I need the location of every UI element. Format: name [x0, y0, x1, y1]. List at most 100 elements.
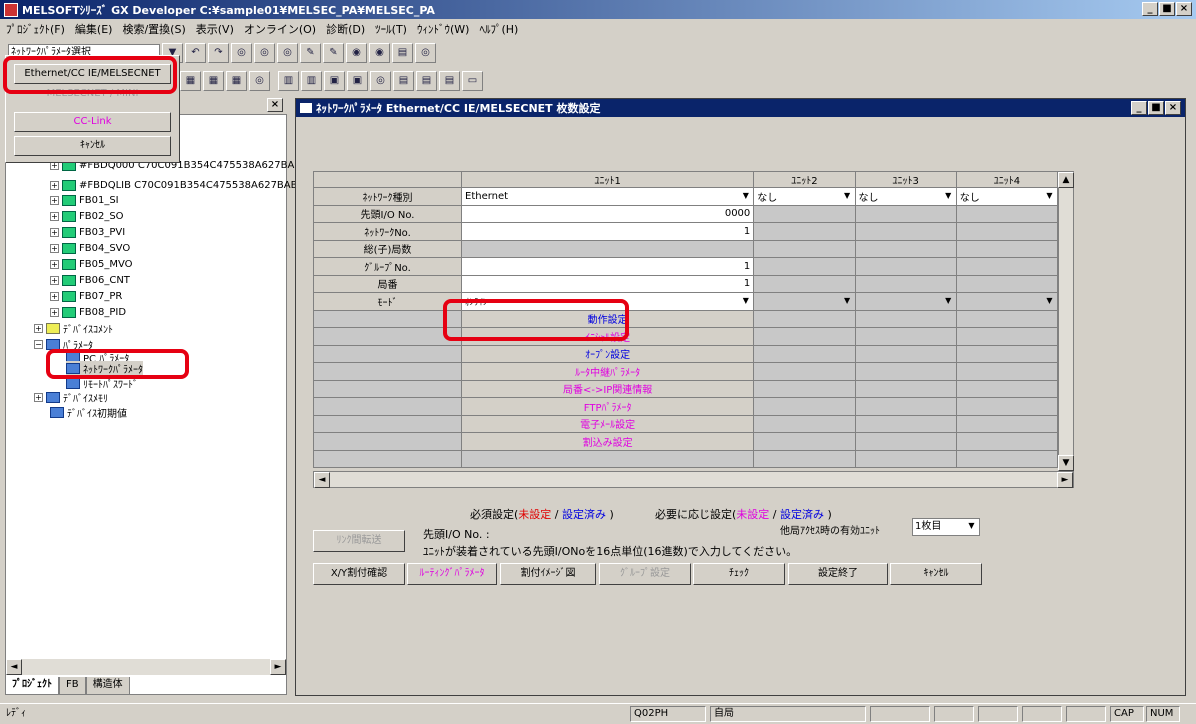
- tree-item-fb02[interactable]: + FB02_SO: [50, 211, 124, 222]
- dropdown-arrow-icon[interactable]: ▼: [841, 294, 854, 308]
- check-button[interactable]: ﾁｪｯｸ: [693, 563, 785, 585]
- menu-tools[interactable]: ﾂｰﾙ(T): [375, 21, 407, 37]
- unit3-mode-select[interactable]: ▼: [854, 292, 957, 311]
- expand-icon[interactable]: +: [50, 244, 59, 253]
- menu-diagnostics[interactable]: 診断(D): [326, 21, 365, 37]
- tree-item-fb03[interactable]: + FB03_PVI: [50, 227, 125, 238]
- grid-vertical-scrollbar[interactable]: ▲ ▼: [1058, 171, 1074, 471]
- child-close-button[interactable]: ×: [1165, 101, 1181, 115]
- tree-item-device-init[interactable]: ﾃﾞﾊﾞｲｽ初期値: [50, 405, 127, 420]
- expand-icon[interactable]: +: [50, 292, 59, 301]
- dropdown-arrow-icon[interactable]: ▼: [739, 189, 752, 203]
- router-relay-param-button[interactable]: ﾙｰﾀ中継ﾊﾟﾗﾒｰﾀ: [460, 362, 755, 381]
- dropdown-arrow-icon[interactable]: ▼: [739, 294, 752, 308]
- dropdown-arrow-icon[interactable]: ▼: [1043, 189, 1056, 203]
- unit1-mode-select[interactable]: ｵﾝﾗｲﾝ ▼: [460, 292, 755, 311]
- popup-cancel-button[interactable]: ｷｬﾝｾﾙ: [14, 136, 171, 156]
- print-icon[interactable]: ▤: [392, 43, 413, 63]
- tree-item-network-parameter[interactable]: ﾈｯﾄﾜｰｸﾊﾟﾗﾒｰﾀ: [66, 361, 143, 376]
- tree-item-fb06[interactable]: + FB06_CNT: [50, 275, 130, 286]
- unit1-group-no-input[interactable]: 1: [460, 257, 755, 276]
- menu-window[interactable]: ｳｨﾝﾄﾞｳ(W): [417, 21, 469, 37]
- monitor-icon[interactable]: ◉: [346, 43, 367, 63]
- expand-icon[interactable]: +: [50, 308, 59, 317]
- menu-edit[interactable]: 編集(E): [75, 21, 113, 37]
- operation-setting-button[interactable]: 動作設定: [460, 309, 755, 328]
- tree-item-fb01[interactable]: + FB01_SI: [50, 195, 119, 206]
- expand-icon[interactable]: +: [34, 393, 43, 402]
- expand-icon[interactable]: +: [50, 212, 59, 221]
- group-setting-button[interactable]: ｸﾞﾙｰﾌﾟ設定: [599, 563, 691, 585]
- assign-image-button[interactable]: 割付ｲﾒｰｼﾞ図: [500, 563, 596, 585]
- zoom-icon[interactable]: ◎: [415, 43, 436, 63]
- tree-item-remote-password[interactable]: ﾘﾓｰﾄﾊﾟｽﾜｰﾄﾞ: [66, 376, 138, 391]
- setting-end-button[interactable]: 設定終了: [788, 563, 888, 585]
- ladder-d-icon[interactable]: ◎: [249, 71, 270, 91]
- tab-structure[interactable]: 構造体: [85, 677, 130, 695]
- unit2-network-type-select[interactable]: なし ▼: [753, 187, 856, 206]
- email-setting-button[interactable]: 電子ﾒｰﾙ設定: [460, 414, 755, 433]
- scroll-left-icon[interactable]: ◄: [6, 659, 22, 675]
- tree-item-device-memory[interactable]: + ﾃﾞﾊﾞｲｽﾒﾓﾘ: [34, 390, 108, 405]
- menu-project[interactable]: ﾌﾟﾛｼﾞｪｸﾄ(F): [6, 21, 65, 37]
- unit4-mode-select[interactable]: ▼: [955, 292, 1059, 311]
- scroll-left-icon[interactable]: ◄: [314, 472, 330, 488]
- interrupt-setting-button[interactable]: 割込み設定: [460, 432, 755, 451]
- scroll-down-icon[interactable]: ▼: [1058, 455, 1074, 471]
- child-minimize-button[interactable]: _: [1131, 101, 1147, 115]
- dropdown-arrow-icon[interactable]: ▼: [841, 189, 854, 203]
- search-icon[interactable]: ◎: [231, 43, 252, 63]
- expand-icon[interactable]: +: [50, 228, 59, 237]
- unit1-station-no-input[interactable]: 1: [460, 274, 755, 293]
- search-contact-icon[interactable]: ◎: [277, 43, 298, 63]
- melsecnet-mini-button[interactable]: MELSECNET / MINI: [14, 88, 171, 102]
- tool-a-icon[interactable]: ✎: [300, 43, 321, 63]
- tree-item-device-comment[interactable]: + ﾃﾞﾊﾞｲｽｺﾒﾝﾄ: [34, 321, 113, 336]
- ftp-param-button[interactable]: FTPﾊﾟﾗﾒｰﾀ: [460, 397, 755, 416]
- sfc-e-icon[interactable]: ◎: [370, 71, 391, 91]
- maximize-button[interactable]: ■: [1159, 2, 1175, 16]
- ethernet-cc-ie-melsecnet-button[interactable]: Ethernet/CC IE/MELSECNET: [14, 64, 171, 84]
- minimize-button[interactable]: _: [1142, 2, 1158, 16]
- sfc-b-icon[interactable]: ▥: [301, 71, 322, 91]
- sfc-c-icon[interactable]: ▣: [324, 71, 345, 91]
- sfc-g-icon[interactable]: ▤: [416, 71, 437, 91]
- ladder-a-icon[interactable]: ▦: [180, 71, 201, 91]
- expand-icon[interactable]: +: [50, 276, 59, 285]
- scroll-right-icon[interactable]: ►: [1057, 472, 1073, 488]
- unit3-network-type-select[interactable]: なし ▼: [854, 187, 957, 206]
- monitor-b-icon[interactable]: ◉: [369, 43, 390, 63]
- grid-horizontal-scrollbar[interactable]: ◄ ►: [313, 471, 1074, 488]
- collapse-icon[interactable]: −: [34, 340, 43, 349]
- unit4-network-type-select[interactable]: なし ▼: [955, 187, 1059, 206]
- open-setting-button[interactable]: ｵｰﾌﾟﾝ設定: [460, 344, 755, 363]
- station-ip-info-button[interactable]: 局番<->IP関連情報: [460, 379, 755, 398]
- dropdown-arrow-icon[interactable]: ▼: [942, 189, 955, 203]
- cancel-button[interactable]: ｷｬﾝｾﾙ: [890, 563, 982, 585]
- link-transfer-button[interactable]: ﾘﾝｸ間転送: [313, 530, 405, 552]
- cc-link-button[interactable]: CC-Link: [14, 112, 171, 132]
- tree-close-button[interactable]: ×: [267, 98, 283, 112]
- menu-help[interactable]: ﾍﾙﾌﾟ(H): [479, 21, 518, 37]
- dropdown-arrow-icon[interactable]: ▼: [965, 519, 978, 533]
- child-maximize-button[interactable]: ■: [1148, 101, 1164, 115]
- tab-fb[interactable]: FB: [59, 677, 86, 695]
- expand-icon[interactable]: +: [34, 324, 43, 333]
- dropdown-arrow-icon[interactable]: ▼: [942, 294, 955, 308]
- unit1-network-no-input[interactable]: 1: [460, 222, 755, 241]
- menu-view[interactable]: 表示(V): [196, 21, 234, 37]
- tree-item-fb04[interactable]: + FB04_SVO: [50, 243, 130, 254]
- scroll-right-icon[interactable]: ►: [270, 659, 286, 675]
- expand-icon[interactable]: +: [50, 181, 59, 190]
- search-device-icon[interactable]: ◎: [254, 43, 275, 63]
- tree-item-fb05[interactable]: + FB05_MVO: [50, 259, 133, 270]
- menu-search[interactable]: 検索/置換(S): [122, 21, 185, 37]
- sfc-i-icon[interactable]: ▭: [462, 71, 483, 91]
- sfc-f-icon[interactable]: ▤: [393, 71, 414, 91]
- tool-b-icon[interactable]: ✎: [323, 43, 344, 63]
- sfc-d-icon[interactable]: ▣: [347, 71, 368, 91]
- valid-unit-select[interactable]: 1枚目 ▼: [912, 518, 980, 536]
- tree-horizontal-scrollbar[interactable]: ◄ ►: [6, 658, 286, 675]
- sfc-a-icon[interactable]: ▥: [278, 71, 299, 91]
- expand-icon[interactable]: +: [50, 260, 59, 269]
